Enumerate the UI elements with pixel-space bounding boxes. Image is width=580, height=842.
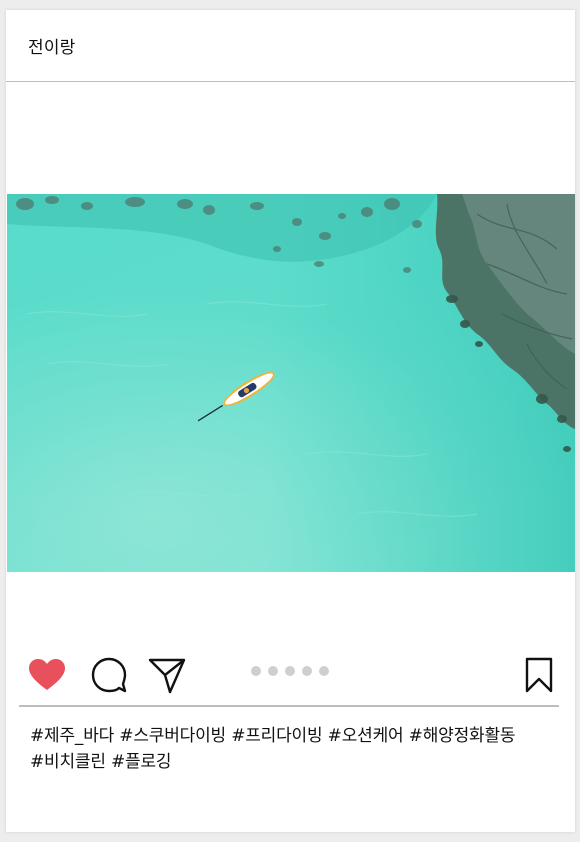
hashtags-line-1[interactable]: #제주_바다 #스쿠버다이빙 #프리다이빙 #오션케어 #해양정화활동 [30, 723, 560, 749]
comment-icon[interactable] [90, 656, 128, 694]
post-card: 전이랑 #제주_바다 #스쿠버다이빙 #프리다이빙 #오션케어 #해양정화활동 … [6, 10, 575, 832]
carousel-dot[interactable] [302, 666, 312, 676]
carousel-dot[interactable] [285, 666, 295, 676]
send-icon[interactable] [148, 656, 186, 694]
carousel-dot[interactable] [319, 666, 329, 676]
post-image[interactable] [7, 194, 575, 572]
carousel-dot[interactable] [268, 666, 278, 676]
bookmark-icon[interactable] [524, 657, 554, 693]
action-bar [6, 650, 575, 706]
heart-icon[interactable] [28, 658, 66, 692]
carousel-indicator [251, 666, 329, 676]
username[interactable]: 전이랑 [28, 33, 76, 58]
post-header: 전이랑 [6, 10, 575, 82]
divider [19, 705, 559, 707]
carousel-dot[interactable] [251, 666, 261, 676]
post-caption: #제주_바다 #스쿠버다이빙 #프리다이빙 #오션케어 #해양정화활동 #비치클… [30, 723, 560, 775]
hashtags-line-2[interactable]: #비치클린 #플로깅 [30, 749, 560, 775]
